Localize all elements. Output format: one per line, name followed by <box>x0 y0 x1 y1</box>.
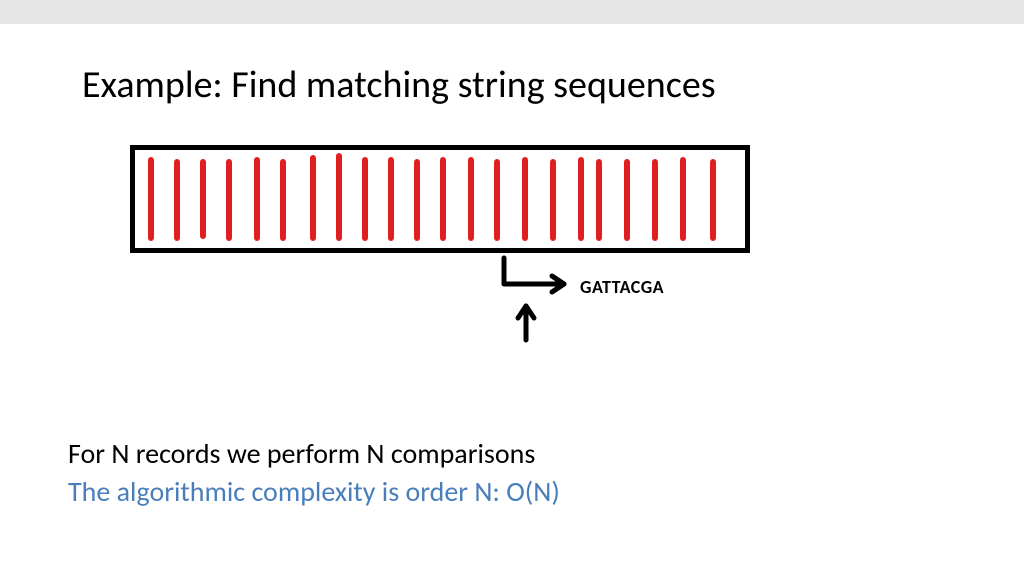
sequence-bar <box>522 157 528 241</box>
sequence-bar <box>280 159 286 241</box>
body-line-2: The algorithmic complexity is order N: O… <box>68 474 560 509</box>
sequence-bar <box>440 157 446 241</box>
sequence-label: GATTACGA <box>580 276 664 298</box>
sequence-bar <box>468 157 474 241</box>
sequence-bar <box>414 159 420 241</box>
sequence-bar <box>680 157 686 241</box>
sequence-bar <box>550 159 556 241</box>
sequence-bar <box>362 157 368 241</box>
pointer-annotation: GATTACGA <box>486 254 746 364</box>
sequence-bar <box>148 157 154 241</box>
sequence-bar <box>710 159 716 241</box>
slide-top-bar <box>0 0 1024 24</box>
sequence-bar <box>254 157 260 241</box>
sequence-bar <box>174 159 180 241</box>
sequence-bar <box>336 153 342 241</box>
sequence-bar <box>388 157 394 241</box>
sequence-bar <box>578 157 584 241</box>
sequence-bar <box>652 159 658 241</box>
sequence-bar <box>310 155 316 241</box>
slide-title: Example: Find matching string sequences <box>82 62 716 108</box>
sequence-bar <box>596 159 602 241</box>
sequence-bar <box>494 159 500 241</box>
arrow-icon <box>486 254 746 364</box>
sequence-bar <box>624 159 630 241</box>
sequence-bar <box>226 159 232 241</box>
sequence-bar <box>200 159 206 239</box>
body-line-1: For N records we perform N comparisons <box>68 436 535 471</box>
